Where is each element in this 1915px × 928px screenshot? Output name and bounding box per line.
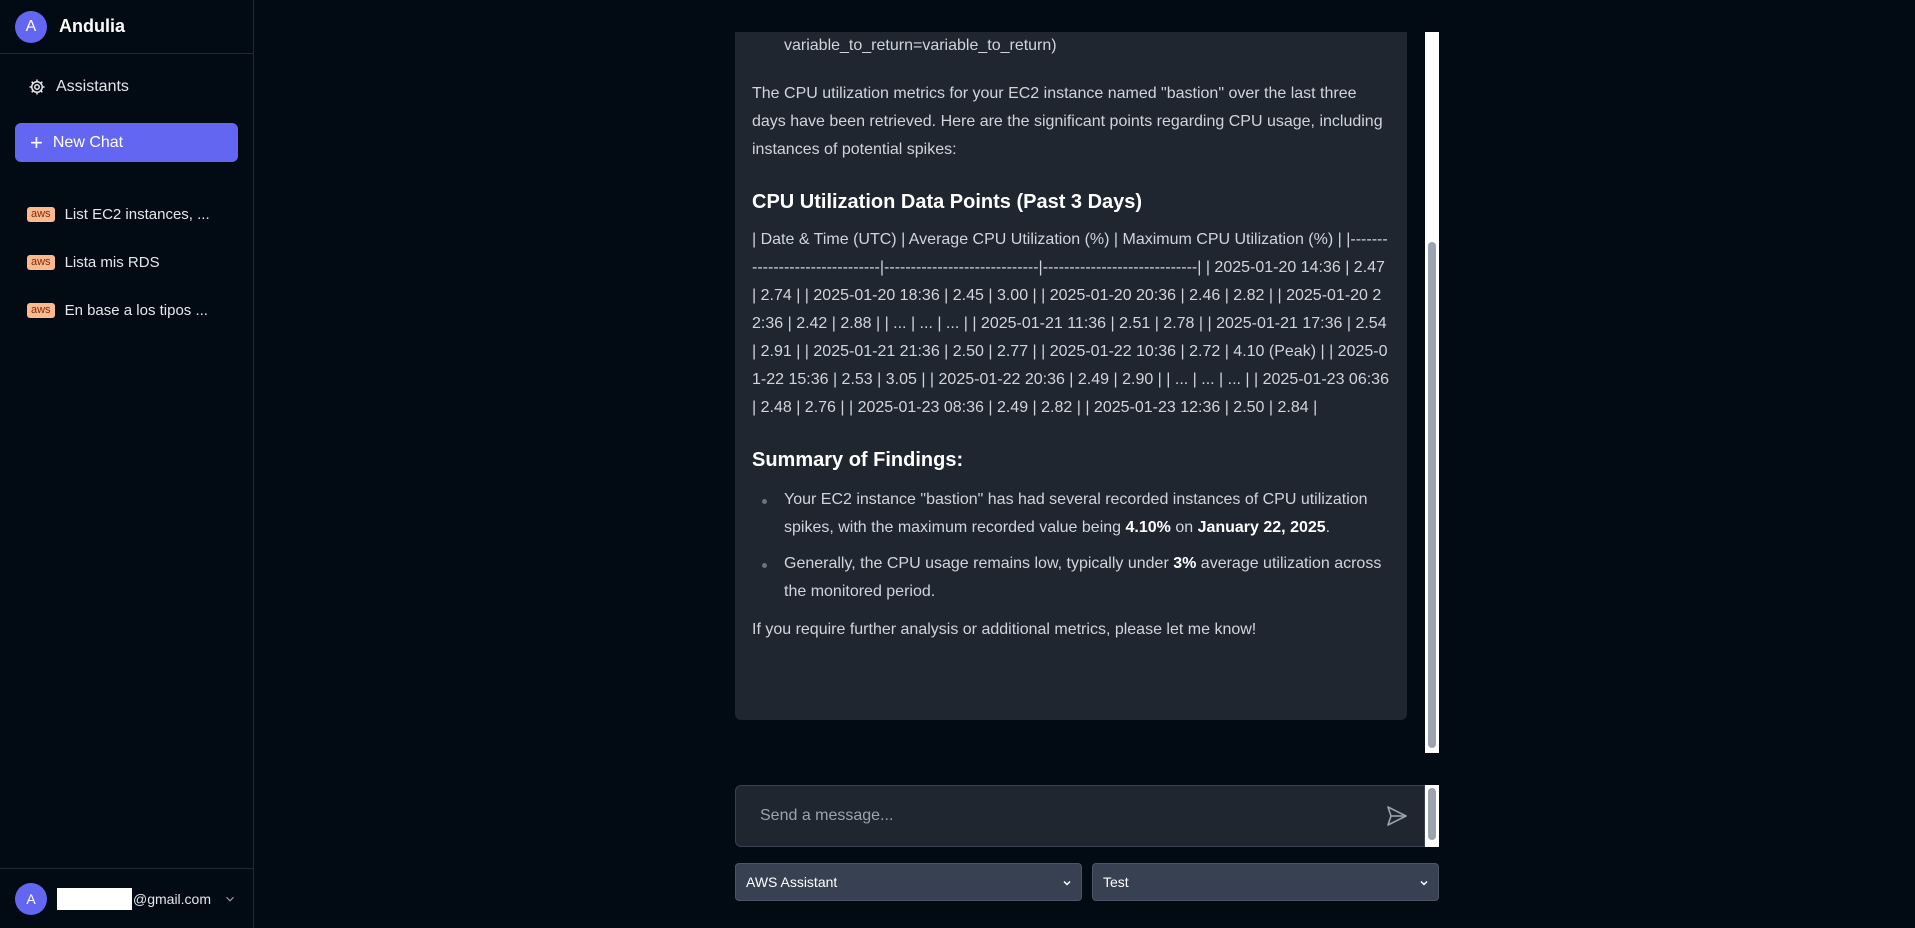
bold-value: 3%: [1173, 555, 1197, 572]
selectors: AWS Assistant Test: [735, 863, 1439, 901]
finding-text: on: [1170, 519, 1198, 536]
bold-value: January 22, 2025: [1197, 519, 1326, 536]
chevron-down-icon: [1063, 880, 1071, 886]
intro-paragraph: The CPU utilization metrics for your EC2…: [752, 85, 1383, 158]
list-item: Generally, the CPU usage remains low, ty…: [762, 550, 1390, 606]
user-avatar: A: [15, 882, 47, 915]
chat-history-item[interactable]: aws List EC2 instances, ...: [27, 202, 242, 226]
aws-tag: aws: [27, 206, 55, 222]
brand: A Andulia: [0, 0, 253, 54]
aws-tag: aws: [27, 302, 55, 318]
closing-paragraph: If you require further analysis or addit…: [752, 621, 1257, 638]
plus-icon: +: [30, 129, 43, 155]
message-input[interactable]: [735, 785, 1425, 847]
brand-avatar: A: [15, 10, 47, 43]
assistants-link[interactable]: Assistants: [28, 78, 129, 96]
aws-tag: aws: [27, 254, 55, 270]
data-heading: CPU Utilization Data Points (Past 3 Days…: [752, 191, 1143, 213]
chat-title: Lista mis RDS: [64, 253, 160, 271]
scrollbar[interactable]: [1425, 32, 1439, 753]
gear-icon: [29, 79, 45, 95]
input-scrollbar-thumb[interactable]: [1428, 788, 1436, 840]
bold-value: 4.10%: [1125, 519, 1171, 536]
chat-title: En base a los tipos ...: [64, 301, 208, 319]
user-menu[interactable]: A @gmail.com: [0, 868, 254, 928]
redacted-block: [57, 887, 132, 910]
chevron-down-icon: [226, 896, 234, 902]
raw-table-text: | Date & Time (UTC) | Average CPU Utiliz…: [752, 231, 1389, 416]
finding-text: .: [1325, 519, 1331, 536]
chat-history-item[interactable]: aws Lista mis RDS: [27, 250, 242, 274]
user-email: @gmail.com: [57, 887, 212, 910]
send-icon[interactable]: [1385, 804, 1409, 828]
assistant-select-value: AWS Assistant: [746, 874, 838, 890]
assistant-select[interactable]: AWS Assistant: [735, 863, 1082, 901]
chat-title: List EC2 instances, ...: [64, 205, 210, 223]
assistant-message: variable_to_return=variable_to_return) T…: [735, 32, 1407, 720]
model-select[interactable]: Test: [1092, 863, 1439, 901]
user-email-suffix: @gmail.com: [133, 890, 212, 907]
new-chat-label: New Chat: [52, 133, 124, 151]
chat-history-list: aws List EC2 instances, ... aws Lista mi…: [27, 202, 242, 346]
sidebar: A Andulia Assistants + New Chat aws List…: [0, 0, 254, 928]
list-item: Your EC2 instance "bastion" has had seve…: [762, 486, 1390, 542]
new-chat-button[interactable]: + New Chat: [15, 123, 238, 162]
model-select-value: Test: [1103, 874, 1129, 890]
scrollbar-thumb[interactable]: [1428, 242, 1436, 748]
chat-scroll-area[interactable]: variable_to_return=variable_to_return) T…: [735, 32, 1439, 753]
summary-heading: Summary of Findings:: [752, 449, 964, 471]
findings-list: Your EC2 instance "bastion" has had seve…: [752, 486, 1390, 606]
chevron-down-icon: [1420, 880, 1428, 886]
finding-text: Generally, the CPU usage remains low, ty…: [784, 555, 1174, 572]
assistants-label: Assistants: [56, 78, 129, 95]
input-scrollbar[interactable]: [1425, 785, 1439, 847]
message-composer: [735, 785, 1439, 847]
chat-history-item[interactable]: aws En base a los tipos ...: [27, 298, 242, 322]
brand-name: Andulia: [59, 16, 125, 36]
code-line: variable_to_return=variable_to_return): [784, 37, 1057, 54]
